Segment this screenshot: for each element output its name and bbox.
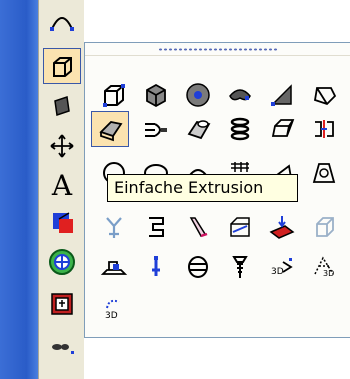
cut-box-icon: [230, 217, 250, 237]
color-cube-tool[interactable]: [43, 204, 81, 240]
screw-icon: [232, 256, 248, 278]
color-cube-icon: [53, 212, 73, 233]
red-plate-icon: [269, 216, 295, 239]
coil-button[interactable]: [221, 111, 259, 147]
cylinder-button[interactable]: [179, 77, 217, 113]
torus-button[interactable]: [221, 77, 259, 113]
twisted-button[interactable]: [137, 209, 175, 245]
arc-icon: [50, 17, 74, 31]
surface-icon: [54, 96, 70, 116]
cylinder-icon: [186, 83, 210, 107]
pin-icon: [152, 256, 160, 276]
window-background: [0, 0, 38, 379]
fork-button[interactable]: [95, 209, 133, 245]
move-icon: [50, 134, 74, 158]
svg-text:3D: 3D: [323, 269, 334, 278]
network3d-button[interactable]: 3D: [305, 249, 343, 285]
spiral3d-icon: 3D: [105, 299, 120, 321]
ghost-cube-button[interactable]: [305, 209, 343, 245]
cut-box-button[interactable]: [221, 209, 259, 245]
pin-button[interactable]: [137, 249, 175, 285]
pyramid-icon: [313, 87, 337, 106]
sweep-icon: [145, 123, 167, 137]
cube-solid-button[interactable]: [137, 77, 175, 113]
move-tool[interactable]: [43, 128, 81, 164]
group-tool[interactable]: [43, 286, 81, 322]
barrel-button[interactable]: [179, 249, 217, 285]
network3d-icon: 3D: [314, 256, 334, 278]
split-button[interactable]: [305, 111, 343, 147]
box-icon: [103, 84, 125, 107]
solid-box-tool[interactable]: [43, 48, 81, 84]
flyout-grip[interactable]: [85, 43, 350, 56]
fork-icon: [106, 217, 122, 238]
svg-text:3D: 3D: [105, 311, 118, 321]
sweep-button[interactable]: [137, 111, 175, 147]
solid-box-icon: [53, 57, 72, 77]
simple-extrusion-button[interactable]: [91, 111, 129, 147]
surface-tool[interactable]: [43, 88, 81, 124]
arrow3d-button[interactable]: 3D: [263, 249, 301, 285]
tube-icon: [187, 120, 211, 140]
vertical-toolbar: A: [38, 0, 84, 379]
screw-button[interactable]: [221, 249, 259, 285]
simple-extrusion-icon: [99, 121, 123, 142]
coil-icon: [230, 117, 250, 141]
svg-text:3D: 3D: [271, 267, 284, 277]
svg-text:A: A: [51, 169, 73, 199]
skewed-box-button[interactable]: [263, 111, 301, 147]
barrel-icon: [188, 256, 208, 278]
group-icon: [51, 293, 73, 315]
torus-icon: [229, 89, 251, 101]
tube-button[interactable]: [179, 111, 217, 147]
pyramid-button[interactable]: [305, 77, 343, 113]
box-button[interactable]: [95, 77, 133, 113]
text-icon: A: [51, 169, 73, 199]
frustum-icon: [312, 163, 336, 183]
split-icon: [315, 120, 334, 138]
wedge-icon: [271, 84, 292, 106]
skewed-box-icon: [271, 119, 295, 137]
wedge-button[interactable]: [263, 77, 301, 113]
lofted-icon: [189, 217, 208, 238]
lofted-button[interactable]: [179, 209, 217, 245]
target-icon: [49, 249, 75, 275]
hull-icon: [100, 261, 128, 275]
twisted-icon: [149, 217, 164, 237]
arrow3d-icon: 3D: [271, 258, 293, 277]
target-tool[interactable]: [43, 244, 81, 280]
frustum-button[interactable]: [305, 155, 343, 191]
more-tool[interactable]: [43, 328, 81, 364]
red-plate-button[interactable]: [263, 209, 301, 245]
cube-solid-icon: [146, 83, 166, 108]
ghost-cube-icon: [316, 217, 334, 237]
hull-button[interactable]: [95, 249, 133, 285]
spiral3d-button[interactable]: 3D: [95, 289, 133, 325]
more-icon: [52, 344, 74, 354]
tooltip: Einfache Extrusion: [107, 174, 298, 202]
text-tool[interactable]: A: [43, 166, 81, 202]
arc-tool[interactable]: [43, 2, 81, 38]
